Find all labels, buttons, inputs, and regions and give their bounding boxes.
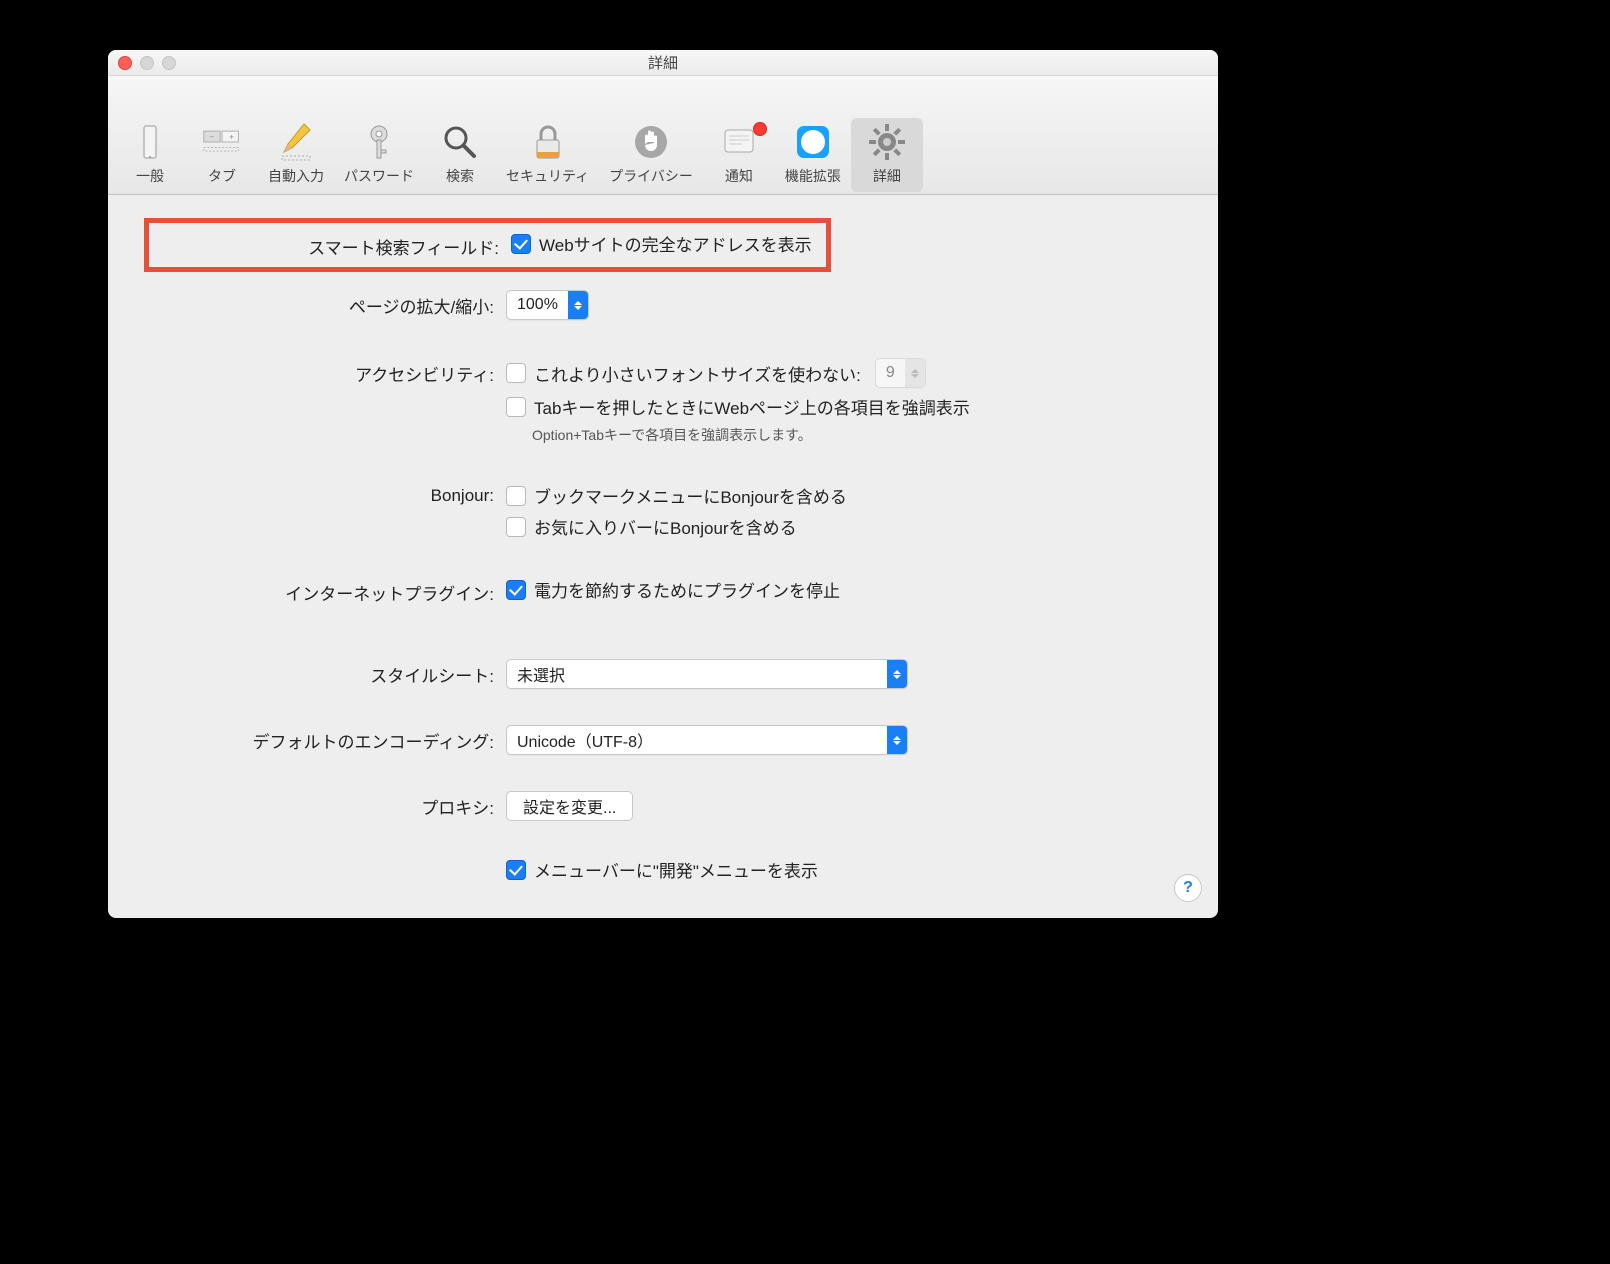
bonjour-favorites-checkbox[interactable] xyxy=(506,517,526,537)
bonjour-label: Bonjour: xyxy=(144,483,506,506)
smart-search-label: スマート検索フィールド: xyxy=(149,231,511,259)
preferences-window: 詳細 一般 −+ タブ 自動入力 パスワード xyxy=(108,50,1218,918)
bonjour-bookmarks-checkbox[interactable] xyxy=(506,486,526,506)
encoding-select[interactable]: Unicode（UTF-8） xyxy=(506,725,908,755)
notification-badge xyxy=(753,122,767,136)
pencil-icon xyxy=(276,122,316,162)
min-font-size-select: 9 xyxy=(875,358,926,388)
svg-text:+: + xyxy=(229,132,234,141)
encoding-label: デフォルトのエンコーディング: xyxy=(144,725,506,753)
tab-security[interactable]: セキュリティ xyxy=(496,118,599,192)
help-button[interactable]: ? xyxy=(1174,874,1202,902)
stepper-icon xyxy=(905,359,925,387)
tab-general[interactable]: 一般 xyxy=(114,118,186,192)
tab-advanced[interactable]: 詳細 xyxy=(851,118,923,192)
show-full-url-checkbox[interactable] xyxy=(511,234,531,254)
zoom-select[interactable]: 100% xyxy=(506,290,589,320)
search-icon xyxy=(440,122,480,162)
hand-icon xyxy=(631,122,671,162)
stepper-icon xyxy=(568,291,588,319)
help-icon: ? xyxy=(1183,879,1193,897)
tab-passwords[interactable]: パスワード xyxy=(334,118,424,192)
smart-search-row-highlight: スマート検索フィールド: Webサイトの完全なアドレスを表示 xyxy=(144,218,831,272)
plugins-label: インターネットプラグイン: xyxy=(144,577,506,605)
tab-extensions[interactable]: 機能拡張 xyxy=(775,118,851,192)
stepper-icon xyxy=(887,726,907,754)
bonjour-row: Bonjour: ブックマークメニューにBonjourを含める お気に入りバーに… xyxy=(144,483,1182,539)
tab-highlight-checkbox[interactable] xyxy=(506,397,526,417)
encoding-value: Unicode（UTF-8） xyxy=(507,728,663,752)
min-font-size-value: 9 xyxy=(876,364,905,382)
general-icon xyxy=(130,122,170,162)
stylesheet-label: スタイルシート: xyxy=(144,659,506,687)
preferences-toolbar: 一般 −+ タブ 自動入力 パスワード 検索 xyxy=(108,76,1218,195)
develop-menu-checkbox[interactable] xyxy=(506,860,526,880)
min-font-checkbox[interactable] xyxy=(506,363,526,383)
tab-highlight-label: Tabキーを押したときにWebページ上の各項目を強調表示 xyxy=(534,394,970,419)
plugin-powersave-label: 電力を節約するためにプラグインを停止 xyxy=(534,577,840,602)
tab-tabs[interactable]: −+ タブ xyxy=(186,118,258,192)
titlebar: 詳細 xyxy=(108,50,1218,76)
stylesheet-select[interactable]: 未選択 xyxy=(506,659,908,689)
proxy-row: プロキシ: 設定を変更... xyxy=(144,791,1182,821)
zoom-label: ページの拡大/縮小: xyxy=(144,290,506,318)
tab-privacy[interactable]: プライバシー xyxy=(599,118,703,192)
proxy-label: プロキシ: xyxy=(144,791,506,819)
advanced-pane: スマート検索フィールド: Webサイトの完全なアドレスを表示 ページの拡大/縮小… xyxy=(108,195,1218,910)
accessibility-label: アクセシビリティ: xyxy=(144,358,506,386)
accessibility-row: アクセシビリティ: これより小さいフォントサイズを使わない: 9 Tabキーを押… xyxy=(144,358,1182,445)
stylesheet-value: 未選択 xyxy=(507,662,575,686)
proxy-change-button[interactable]: 設定を変更... xyxy=(506,791,633,821)
develop-menu-label: メニューバーに"開発"メニューを表示 xyxy=(534,857,818,882)
plugin-powersave-checkbox[interactable] xyxy=(506,580,526,600)
stepper-icon xyxy=(887,660,907,688)
svg-text:−: − xyxy=(209,132,214,141)
tabs-icon: −+ xyxy=(202,122,242,162)
develop-row: メニューバーに"開発"メニューを表示 xyxy=(144,857,1182,882)
zoom-row: ページの拡大/縮小: 100% xyxy=(144,290,1182,320)
tab-highlight-hint: Option+Tabキーで各項目を強調表示します。 xyxy=(532,425,970,445)
bonjour-bookmarks-label: ブックマークメニューにBonjourを含める xyxy=(534,483,847,508)
zoom-value: 100% xyxy=(507,296,568,314)
tab-autofill[interactable]: 自動入力 xyxy=(258,118,334,192)
compass-icon xyxy=(793,122,833,162)
encoding-row: デフォルトのエンコーディング: Unicode（UTF-8） xyxy=(144,725,1182,755)
show-full-url-label: Webサイトの完全なアドレスを表示 xyxy=(539,231,812,256)
window-title: 詳細 xyxy=(108,52,1218,73)
bonjour-favorites-label: お気に入りバーにBonjourを含める xyxy=(534,514,797,539)
tab-notifications[interactable]: 通知 xyxy=(703,118,775,192)
lock-icon xyxy=(528,122,568,162)
key-icon xyxy=(359,122,399,162)
min-font-label: これより小さいフォントサイズを使わない: xyxy=(534,361,861,386)
plugins-row: インターネットプラグイン: 電力を節約するためにプラグインを停止 xyxy=(144,577,1182,605)
gear-icon xyxy=(867,122,907,162)
stylesheet-row: スタイルシート: 未選択 xyxy=(144,659,1182,689)
tab-search[interactable]: 検索 xyxy=(424,118,496,192)
